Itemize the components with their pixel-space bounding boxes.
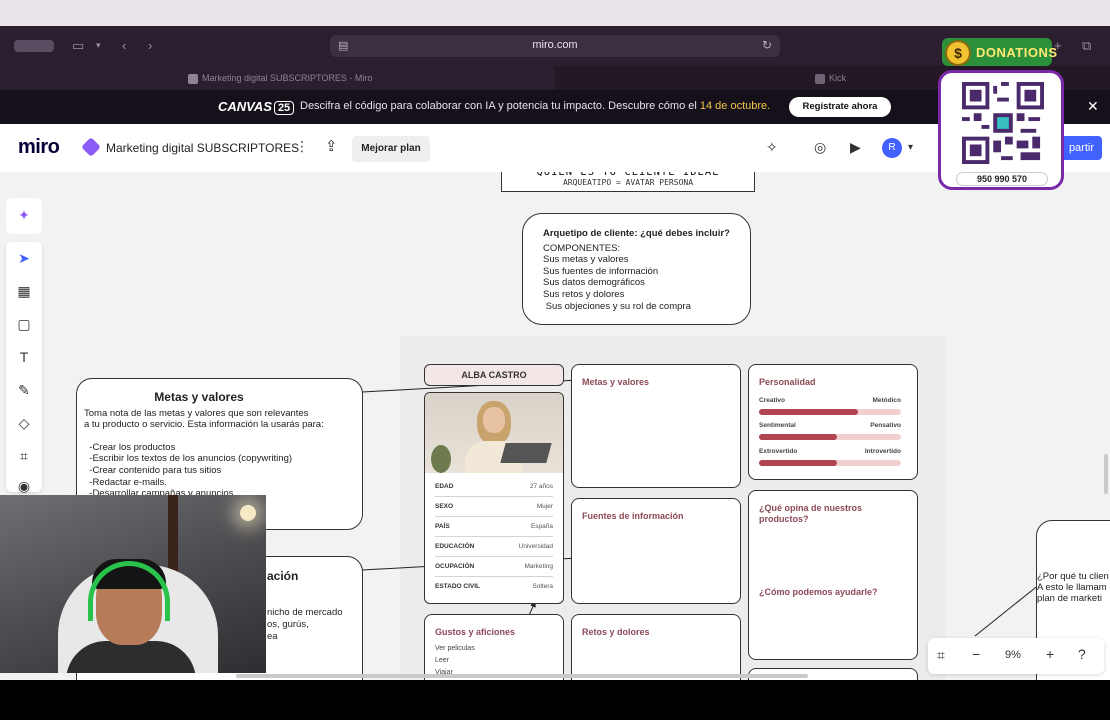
miro-favicon-icon bbox=[188, 73, 198, 84]
frame-icon[interactable]: ⌗ bbox=[6, 448, 42, 465]
close-icon[interactable]: ✕ bbox=[1087, 98, 1099, 115]
miro-logo[interactable]: miro bbox=[18, 136, 60, 159]
more-tools-icon[interactable]: ◉ bbox=[6, 478, 42, 495]
donations-label: DONATIONS bbox=[976, 45, 1058, 60]
vertical-scrollbar[interactable] bbox=[1104, 454, 1108, 494]
persona-row-pais: PAÍS España bbox=[435, 517, 553, 537]
plant-icon bbox=[431, 445, 451, 473]
reload-icon[interactable]: ↻ bbox=[762, 38, 772, 52]
zoom-in-icon[interactable]: + bbox=[1046, 646, 1054, 662]
persona-photo bbox=[425, 393, 563, 473]
zoom-level[interactable]: 9% bbox=[1005, 649, 1021, 661]
macos-menubar bbox=[0, 0, 1110, 26]
horizontal-scrollbar[interactable] bbox=[236, 674, 808, 678]
sparkle-icon: ✦ bbox=[18, 207, 30, 223]
tab-overview-icon[interactable]: ⧉ bbox=[1082, 38, 1091, 54]
window-pill bbox=[14, 40, 54, 52]
chevron-down-icon[interactable]: ▾ bbox=[908, 142, 913, 153]
connector-right bbox=[974, 583, 1041, 637]
canva-logo: CANVAS 25 bbox=[218, 99, 295, 115]
more-options-icon[interactable]: ⋮ bbox=[295, 138, 309, 155]
left-toolbar: ➤ ▦ ▢ T ✎ ◇ ⌗ ◉ bbox=[6, 242, 42, 495]
tab-miro[interactable]: Marketing digital SUBSCRIPTORES - Miro bbox=[188, 68, 372, 88]
personalidad-card[interactable]: Personalidad Creativo Metódico Sentiment… bbox=[748, 364, 918, 480]
fit-frame-icon[interactable]: ⌗ bbox=[937, 647, 945, 664]
webcam-overlay bbox=[0, 495, 266, 673]
chat-icon[interactable]: ◎ bbox=[814, 139, 826, 156]
avatar[interactable]: R bbox=[882, 138, 902, 158]
lamp-icon bbox=[240, 505, 256, 521]
fuentes-card[interactable]: Fuentes de información bbox=[571, 498, 741, 604]
export-icon[interactable]: ⇪ bbox=[325, 137, 338, 155]
persona-row-educacion: EDUCACIÓN Universidad bbox=[435, 537, 553, 557]
templates-icon[interactable]: ▦ bbox=[6, 283, 42, 300]
back-icon[interactable]: ‹ bbox=[122, 38, 126, 54]
zoom-out-icon[interactable]: − bbox=[972, 646, 980, 662]
bottom-letterbox bbox=[0, 680, 1110, 720]
tab-kick[interactable]: Kick bbox=[815, 68, 846, 88]
donation-phone: 950 990 570 bbox=[956, 172, 1048, 186]
sidebar-toggle-icon[interactable]: ▭ bbox=[72, 38, 84, 54]
persona-row-edad: EDAD 27 años bbox=[435, 477, 553, 497]
register-button[interactable]: Regístrate ahora bbox=[789, 97, 891, 117]
shapes-icon[interactable]: ◇ bbox=[6, 415, 42, 432]
persona-profile-card[interactable]: EDAD 27 años SEXO Mujer PAÍS España EDUCACI… bbox=[424, 392, 564, 604]
persona-name-tag[interactable]: ALBA CASTRO bbox=[424, 364, 564, 386]
persona-row-sexo: SEXO Mujer bbox=[435, 497, 553, 517]
persona-row-ocupacion: OCUPACIÓN Marketing bbox=[435, 557, 553, 577]
upgrade-plan-button[interactable]: Mejorar plan bbox=[352, 136, 430, 162]
sticky-note-icon[interactable]: ▢ bbox=[6, 316, 42, 333]
qr-code-icon bbox=[962, 82, 1044, 164]
chevron-down-icon[interactable]: ▾ bbox=[96, 40, 101, 56]
gustos-card[interactable]: Gustos y aficiones Ver peliculas Leer Vi… bbox=[424, 614, 564, 680]
board-title[interactable]: Marketing digital SUBSCRIPTORES bbox=[106, 141, 299, 155]
address-bar[interactable]: ▤ miro.com ↻ bbox=[330, 35, 780, 57]
kick-favicon-icon bbox=[815, 73, 825, 84]
board-icon bbox=[81, 137, 101, 157]
laptop-icon bbox=[500, 443, 552, 463]
forward-icon[interactable]: › bbox=[148, 38, 152, 54]
banner-text: Descifra el código para colaborar con IA… bbox=[300, 100, 771, 112]
url-text: miro.com bbox=[532, 39, 578, 51]
persona-row-estado-civil: ESTADO CIVIL Soltera bbox=[435, 583, 553, 590]
metas-valores-card[interactable]: Metas y valores bbox=[571, 364, 741, 488]
retos-card[interactable]: Retos y dolores bbox=[571, 614, 741, 680]
ai-tool[interactable]: ✦ bbox=[6, 198, 42, 234]
select-cursor-icon[interactable]: ➤ bbox=[6, 250, 42, 267]
video-icon[interactable]: ▶ bbox=[850, 139, 861, 156]
text-icon[interactable]: T bbox=[6, 349, 42, 365]
reactions-icon[interactable]: ✧ bbox=[766, 139, 778, 156]
pen-icon[interactable]: ✎ bbox=[6, 382, 42, 399]
coin-icon: $ bbox=[945, 40, 971, 66]
help-icon[interactable]: ? bbox=[1078, 646, 1086, 662]
opinion-card[interactable]: ¿Qué opina de nuestros productos? ¿Cómo … bbox=[748, 490, 918, 660]
